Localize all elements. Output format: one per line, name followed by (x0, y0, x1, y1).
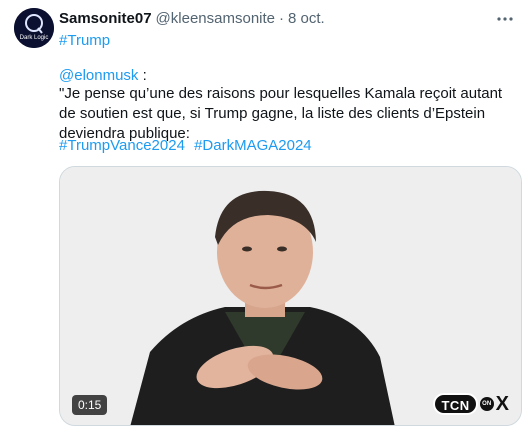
header-separator: · (279, 10, 284, 27)
more-options-icon (497, 17, 513, 21)
author-name[interactable]: Samsonite07 (59, 10, 152, 27)
video-player[interactable]: 0:15 TCN ON X (59, 166, 522, 426)
video-duration: 0:15 (72, 395, 108, 415)
author-handle[interactable]: @kleensamsonite (156, 10, 275, 27)
tcn-on-x-watermark: TCN ON X (433, 391, 509, 417)
on-badge: ON (479, 397, 494, 411)
tweet-first-line: #Trump (59, 31, 110, 51)
tcn-logo: TCN (433, 393, 478, 415)
mention-elonmusk[interactable]: @elonmusk (59, 67, 138, 84)
tweet-date[interactable]: 8 oct. (288, 10, 325, 27)
mention-suffix: : (138, 67, 147, 84)
more-options-button[interactable] (494, 8, 516, 30)
svg-text:Dark Logic: Dark Logic (20, 35, 49, 41)
hashtag-trumpvance2024[interactable]: #TrumpVance2024 (59, 137, 185, 154)
avatar[interactable]: Dark Logic (14, 8, 54, 48)
hashtag-darkmaga2024[interactable]: #DarkMAGA2024 (194, 137, 312, 154)
hashtag-trump[interactable]: #Trump (59, 32, 110, 49)
quote-text: "Je pense qu’une des raisons pour lesque… (59, 85, 503, 142)
hashtag-row: #TrumpVance2024 #DarkMAGA2024 (59, 136, 317, 156)
dark-logo-avatar-icon: Dark Logic (14, 8, 54, 48)
video-thumbnail (60, 167, 521, 425)
tweet-header: Samsonite07 @kleensamsonite · 8 oct. (59, 10, 490, 30)
mention-line: @elonmusk : (59, 66, 147, 86)
x-logo-icon: X (495, 393, 509, 415)
